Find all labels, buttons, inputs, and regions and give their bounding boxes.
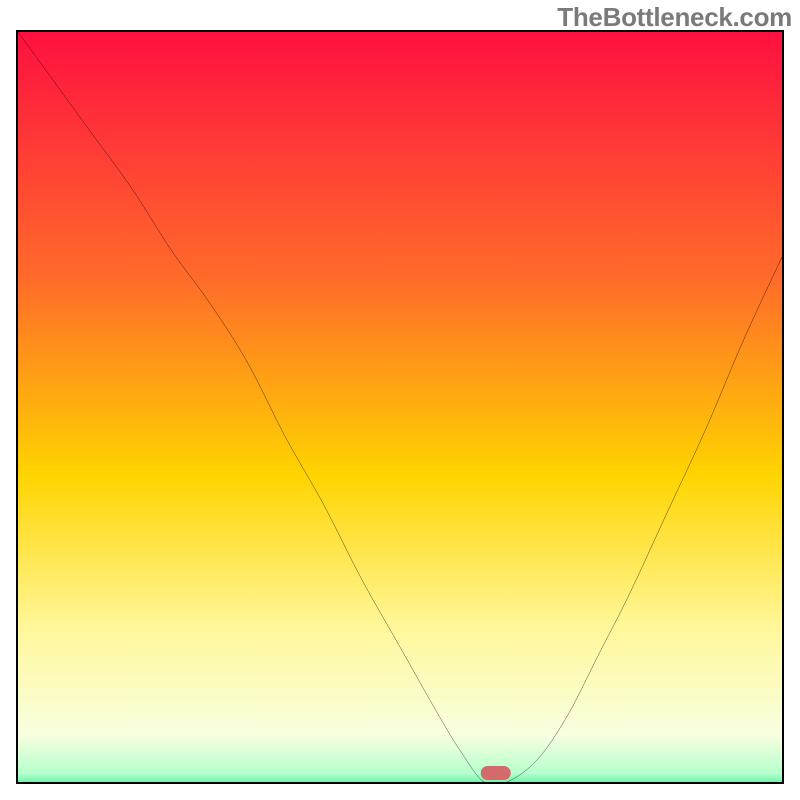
watermark-text: TheBottleneck.com [557, 2, 792, 33]
bottleneck-curve [18, 32, 782, 782]
plot-area [16, 30, 784, 784]
bottleneck-chart: TheBottleneck.com [0, 0, 800, 800]
optimal-point-marker [480, 766, 511, 780]
